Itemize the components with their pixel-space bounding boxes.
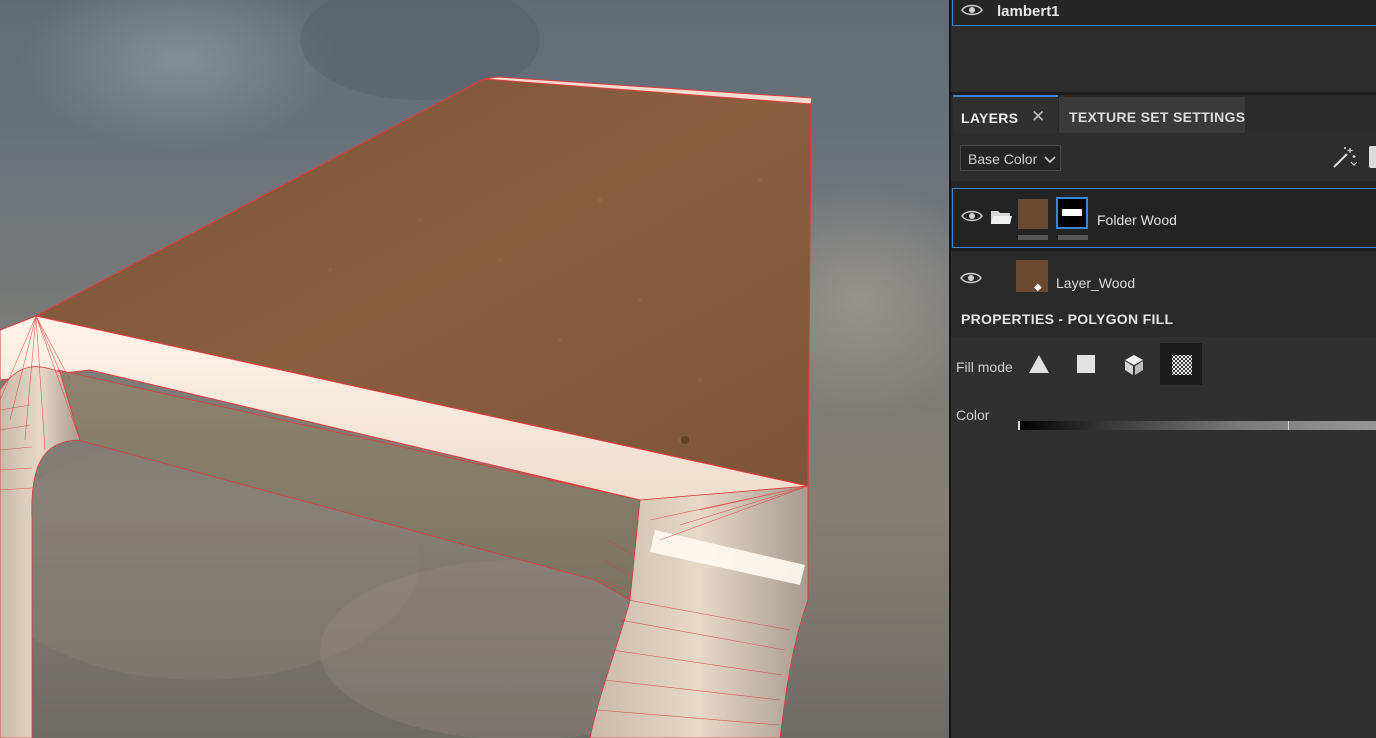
close-icon[interactable]: ✕ <box>1031 107 1045 127</box>
add-mask-icon[interactable] <box>1369 146 1376 168</box>
layer-mask-thumbnail[interactable] <box>1056 197 1088 229</box>
triangle-fill-icon <box>1029 355 1049 373</box>
tab-layers[interactable]: LAYERS ✕ <box>953 95 1058 133</box>
eye-icon[interactable] <box>960 271 982 288</box>
layer-material-thumbnail[interactable] <box>1016 260 1048 292</box>
color-label: Color <box>956 407 990 423</box>
viewport-scene <box>0 0 949 738</box>
fill-bucket-icon: ◆ <box>1034 282 1042 293</box>
uv-chunk-fill-button[interactable] <box>1160 343 1202 385</box>
magic-wand-icon[interactable] <box>1331 146 1358 173</box>
tab-texture-set-settings-label: TEXTURE SET SETTINGS <box>1069 109 1246 125</box>
fill-mode-label: Fill mode <box>956 359 1013 375</box>
folder-icon[interactable] <box>990 208 1012 229</box>
3d-viewport[interactable] <box>0 0 949 738</box>
properties-header: PROPERTIES - POLYGON FILL <box>951 293 1376 337</box>
gradient-start-marker[interactable] <box>1018 421 1020 430</box>
tab-texture-set-settings[interactable]: TEXTURE SET SETTINGS <box>1059 97 1245 133</box>
triangle-fill-button[interactable] <box>1017 343 1059 385</box>
eye-icon[interactable] <box>961 209 983 226</box>
layer-stack-top-divider <box>951 181 1376 188</box>
layers-tab-bar: LAYERS ✕ TEXTURE SET SETTINGS <box>951 95 1376 133</box>
uv-chunk-fill-icon <box>1172 355 1192 375</box>
chevron-down-icon <box>1044 152 1056 168</box>
mesh-fill-button[interactable] <box>1113 343 1155 385</box>
channel-dropdown[interactable]: Base Color <box>960 145 1061 171</box>
mask-blend-indicator <box>1058 235 1088 240</box>
eye-icon[interactable] <box>961 3 983 20</box>
mask-fill <box>1062 209 1082 216</box>
properties-body: Fill mode Color <box>951 337 1376 738</box>
right-panel: lambert1 LAYERS ✕ TEXTURE SET SETTINGS B… <box>951 0 1376 738</box>
layer-name[interactable]: Folder Wood <box>1097 212 1177 228</box>
color-gradient-slider[interactable] <box>1018 421 1376 430</box>
texture-set-row-lambert1[interactable]: lambert1 <box>952 0 1376 26</box>
layer-row-layer-wood[interactable]: ◆ Layer_Wood <box>952 251 1376 293</box>
quad-fill-button[interactable] <box>1065 343 1107 385</box>
properties-title: PROPERTIES - POLYGON FILL <box>961 311 1174 327</box>
layer-blend-indicator <box>1018 235 1048 240</box>
texture-set-label: lambert1 <box>997 3 1060 20</box>
layer-material-thumbnail[interactable] <box>1018 199 1048 229</box>
mesh-fill-icon <box>1125 355 1143 375</box>
layer-name[interactable]: Layer_Wood <box>1056 275 1135 291</box>
quad-fill-icon <box>1077 355 1095 373</box>
tab-layers-label: LAYERS <box>961 110 1019 126</box>
gradient-marker[interactable] <box>1288 421 1289 430</box>
channel-dropdown-value: Base Color <box>968 151 1038 167</box>
layer-row-folder-wood[interactable]: Folder Wood <box>952 188 1376 248</box>
